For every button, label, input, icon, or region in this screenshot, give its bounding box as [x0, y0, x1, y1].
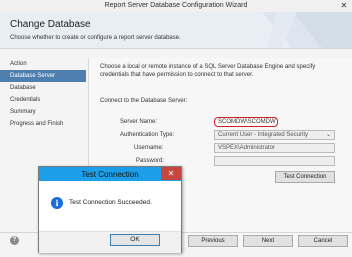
test-connection-button[interactable]: Test Connection — [275, 171, 335, 183]
sidebar-item-progress-and-finish[interactable]: Progress and Finish — [0, 118, 86, 130]
username-label: Username: — [134, 145, 164, 151]
previous-button[interactable]: Previous — [188, 235, 238, 247]
authentication-type-value: Current User - Integrated Security — [218, 132, 309, 138]
step-description: Choose a local or remote instance of a S… — [100, 64, 316, 78]
chevron-down-icon: ⌄ — [325, 132, 331, 138]
header-decoration-graphic — [262, 12, 352, 48]
sidebar-item-database[interactable]: Database — [0, 82, 86, 94]
dialog-title: Test Connection — [81, 170, 139, 179]
window-title: Report Server Database Configuration Wiz… — [104, 2, 248, 9]
sidebar-item-database-server[interactable]: Database Server — [0, 70, 86, 82]
sidebar-item-summary[interactable]: Summary — [0, 106, 86, 118]
server-name-label: Server Name: — [120, 119, 158, 125]
server-name-input[interactable]: SCOMDW\SCOMDW — [214, 117, 278, 127]
help-icon[interactable]: ? — [10, 236, 19, 245]
page-title: Change Database — [10, 19, 91, 30]
password-input[interactable] — [214, 156, 335, 166]
password-label: Password: — [136, 158, 165, 164]
ok-button[interactable]: OK — [110, 234, 160, 246]
next-button[interactable]: Next — [243, 235, 293, 247]
dialog-close-button[interactable]: ✕ — [161, 167, 181, 180]
authentication-type-label: Authentication Type: — [120, 132, 175, 138]
page-header: Change Database Choose whether to create… — [0, 12, 352, 49]
username-input[interactable]: VSPEX\Administrator — [214, 143, 335, 153]
dialog-message: Test Connection Succeeded. — [69, 199, 152, 206]
test-connection-dialog: Test Connection ✕ i Test Connection Succ… — [38, 166, 182, 253]
close-window-button[interactable]: ✕ — [340, 2, 348, 10]
info-icon: i — [51, 197, 63, 209]
sidebar-item-action[interactable]: Action — [0, 58, 86, 70]
cancel-button[interactable]: Cancel — [298, 235, 348, 247]
connect-section-label: Connect to the Database Server: — [100, 98, 188, 104]
dialog-title-bar: Test Connection ✕ — [39, 167, 181, 181]
page-subtitle: Choose whether to create or configure a … — [10, 35, 181, 41]
dialog-body: i Test Connection Succeeded. — [39, 181, 181, 231]
wizard-window: Report Server Database Configuration Wiz… — [0, 0, 352, 257]
sidebar-item-credentials[interactable]: Credentials — [0, 94, 86, 106]
authentication-type-select[interactable]: Current User - Integrated Security ⌄ — [214, 130, 335, 140]
